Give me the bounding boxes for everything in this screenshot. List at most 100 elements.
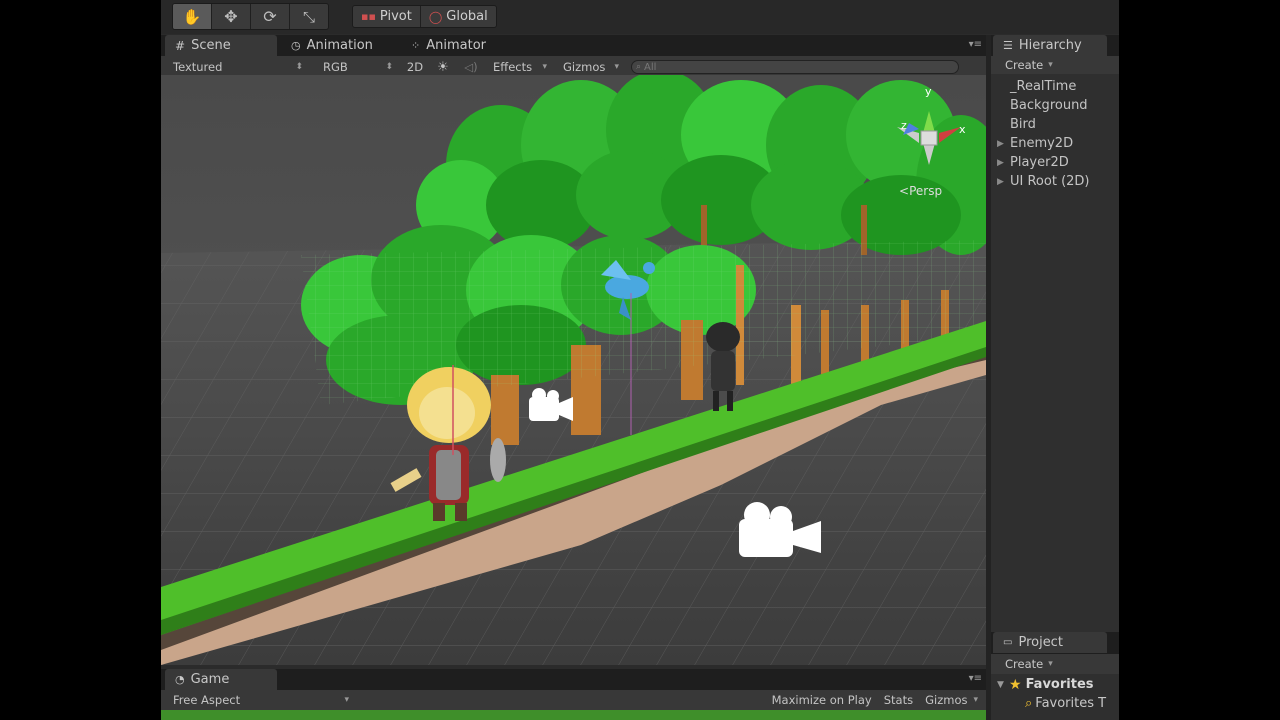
animator-icon: ⁘ bbox=[411, 39, 421, 52]
pivot-icon: ▪▪ bbox=[361, 10, 376, 23]
game-gizmos-dropdown[interactable]: Gizmos ▾ bbox=[919, 689, 986, 711]
list-item[interactable]: ▶ Enemy2D bbox=[991, 134, 1073, 153]
hierarchy-item-label: Player2D bbox=[1010, 155, 1069, 170]
star-icon: ★ bbox=[1009, 676, 1022, 693]
scene-viewport[interactable]: y z x <Persp bbox=[161, 75, 986, 665]
axis-y-label: y bbox=[925, 85, 932, 98]
transform-tools: ✋ ✥ ⟳ ⤡ bbox=[172, 3, 329, 30]
animation-clock-icon: ◷ bbox=[291, 39, 301, 52]
expand-triangle-icon[interactable]: ▶ bbox=[991, 177, 1010, 187]
tab-scene[interactable]: # Scene bbox=[165, 35, 277, 56]
pivot-label: Pivot bbox=[379, 9, 412, 24]
list-item[interactable]: _RealTime bbox=[991, 77, 1076, 96]
game-viewport[interactable] bbox=[161, 710, 986, 720]
hand-icon: ✋ bbox=[182, 7, 202, 26]
hand-tool-button[interactable]: ✋ bbox=[173, 4, 212, 29]
tab-animation-label: Animation bbox=[306, 38, 373, 53]
scale-tool-button[interactable]: ⤡ bbox=[290, 4, 328, 29]
collapse-triangle-icon[interactable]: ▼ bbox=[997, 680, 1009, 690]
pivot-toggle-group: ▪▪ Pivot ◯ Global bbox=[352, 5, 497, 28]
list-item[interactable]: Bird bbox=[991, 115, 1036, 134]
favorites-item[interactable]: ⌕ Favorites T bbox=[1025, 694, 1106, 713]
tab-game[interactable]: ◔ Game bbox=[165, 669, 277, 690]
hierarchy-item-label: Background bbox=[1010, 98, 1088, 113]
scene-render: y z x <Persp bbox=[161, 75, 986, 665]
move-arrows-icon: ✥ bbox=[224, 7, 238, 26]
project-tabbar: ▭ Project bbox=[991, 632, 1119, 654]
render-mode-value: RGB bbox=[323, 60, 348, 74]
stats-toggle[interactable]: Stats bbox=[878, 693, 919, 707]
rotate-tool-button[interactable]: ⟳ bbox=[251, 4, 290, 29]
scale-icon: ⤡ bbox=[302, 7, 315, 26]
game-gizmos-label: Gizmos bbox=[925, 693, 968, 707]
search-placeholder: All bbox=[644, 61, 657, 73]
tab-hierarchy[interactable]: ☰ Hierarchy bbox=[993, 35, 1107, 56]
rotate-icon: ⟳ bbox=[263, 7, 277, 26]
hierarchy-item-label: Enemy2D bbox=[1010, 136, 1074, 151]
dropdown-arrow-icon: ⬍ bbox=[295, 62, 303, 72]
game-tabbar: ◔ Game ▾≡ bbox=[161, 669, 986, 690]
unity-editor: ✋ ✥ ⟳ ⤡ ▪▪ Pivot ◯ Global # Scene ◷ Anim… bbox=[161, 0, 1119, 720]
scene-tabbar: # Scene ◷ Animation ⁘ Animator ▾≡ bbox=[161, 35, 986, 56]
dropdown-arrow-icon: ▾ bbox=[1048, 659, 1053, 669]
project-create-button[interactable]: Create bbox=[1005, 657, 1043, 671]
project-toolbar: Create ▾ bbox=[991, 654, 1119, 674]
persp-text: Persp bbox=[909, 184, 942, 198]
expand-triangle-icon[interactable]: ▶ bbox=[991, 158, 1010, 168]
hierarchy-list: _RealTime Background Bird ▶ Enemy2D ▶ Play… bbox=[991, 74, 1119, 632]
list-item[interactable]: ▶ Player2D bbox=[991, 153, 1069, 172]
hierarchy-item-label: UI Root (2D) bbox=[1010, 174, 1090, 189]
dropdown-arrow-icon: ▾ bbox=[614, 62, 619, 72]
dropdown-arrow-icon: ⬍ bbox=[385, 62, 393, 72]
gizmos-label: Gizmos bbox=[563, 60, 606, 74]
tab-project[interactable]: ▭ Project bbox=[993, 632, 1107, 653]
axis-z-label: z bbox=[901, 119, 907, 132]
favorites-row[interactable]: ▼ ★ Favorites bbox=[997, 675, 1094, 694]
expand-triangle-icon[interactable]: ▶ bbox=[991, 139, 1010, 149]
global-label: Global bbox=[446, 9, 488, 24]
list-icon: ☰ bbox=[1003, 39, 1013, 52]
hierarchy-tabbar: ☰ Hierarchy bbox=[991, 35, 1119, 56]
lighting-sun-icon[interactable]: ☀ bbox=[429, 60, 457, 75]
tab-animation[interactable]: ◷ Animation bbox=[281, 35, 383, 56]
hierarchy-item-label: _RealTime bbox=[1010, 79, 1077, 94]
game-panel-menu-icon[interactable]: ▾≡ bbox=[969, 673, 982, 684]
audio-speaker-icon[interactable]: ◁) bbox=[457, 60, 485, 74]
scene-panel-menu-icon[interactable]: ▾≡ bbox=[969, 39, 982, 50]
global-icon: ◯ bbox=[428, 9, 443, 24]
grid-icon: # bbox=[175, 38, 186, 53]
project-tree: ▼ ★ Favorites ⌕ Favorites T bbox=[991, 674, 1119, 720]
mode-2d-toggle[interactable]: 2D bbox=[401, 60, 429, 74]
game-view-toolbar: Free Aspect ▾ Maximize on Play Stats Giz… bbox=[161, 690, 986, 710]
tab-project-label: Project bbox=[1018, 635, 1063, 650]
maximize-on-play-toggle[interactable]: Maximize on Play bbox=[766, 693, 878, 707]
tab-game-label: Game bbox=[190, 672, 230, 687]
hierarchy-create-button[interactable]: Create bbox=[1005, 58, 1043, 72]
list-item[interactable]: Background bbox=[991, 96, 1088, 115]
shading-mode-value: Textured bbox=[173, 60, 223, 74]
aspect-value: Free Aspect bbox=[173, 693, 241, 707]
favorites-item-label: Favorites T bbox=[1035, 696, 1107, 711]
game-pacman-icon: ◔ bbox=[175, 673, 185, 686]
global-button[interactable]: ◯ Global bbox=[419, 6, 496, 27]
hierarchy-toolbar: Create ▾ bbox=[991, 56, 1119, 74]
dropdown-arrow-icon: ▾ bbox=[542, 62, 547, 72]
tab-animator[interactable]: ⁘ Animator bbox=[401, 35, 496, 56]
tab-animator-label: Animator bbox=[426, 38, 486, 53]
folder-icon: ▭ bbox=[1003, 637, 1013, 648]
tab-scene-label: Scene bbox=[191, 38, 231, 53]
axis-x-label: x bbox=[959, 123, 966, 136]
list-item[interactable]: ▶ UI Root (2D) bbox=[991, 172, 1090, 191]
effects-label: Effects bbox=[493, 60, 533, 74]
dropdown-arrow-icon: ▾ bbox=[344, 695, 349, 705]
move-tool-button[interactable]: ✥ bbox=[212, 4, 251, 29]
pivot-button[interactable]: ▪▪ Pivot bbox=[353, 6, 420, 27]
main-toolbar: ✋ ✥ ⟳ ⤡ ▪▪ Pivot ◯ Global bbox=[161, 0, 1119, 34]
dropdown-arrow-icon: ▾ bbox=[973, 695, 978, 705]
aspect-dropdown[interactable]: Free Aspect ▾ bbox=[161, 689, 357, 711]
dropdown-arrow-icon: ▾ bbox=[1048, 60, 1053, 70]
hierarchy-item-label: Bird bbox=[1010, 117, 1036, 132]
search-icon: ⌕ bbox=[1025, 696, 1033, 711]
scene-search-input[interactable]: ⌕ All bbox=[631, 60, 959, 74]
favorites-label: Favorites bbox=[1025, 677, 1094, 692]
